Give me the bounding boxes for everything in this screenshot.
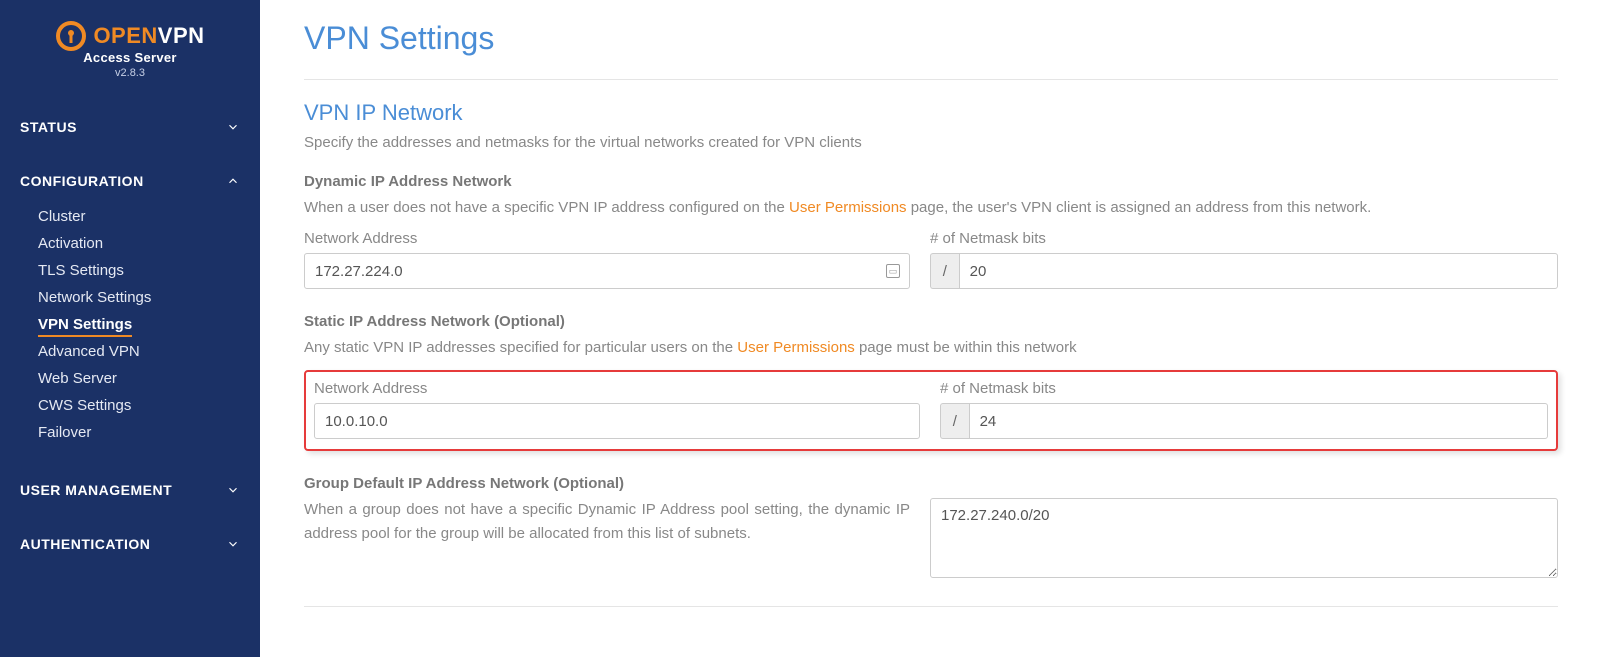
nav-section-authentication[interactable]: AUTHENTICATION xyxy=(0,528,260,560)
chevron-down-icon xyxy=(226,537,240,551)
sidebar-item-network-settings[interactable]: Network Settings xyxy=(0,284,260,311)
sidebar-item-tls-settings[interactable]: TLS Settings xyxy=(0,257,260,284)
nav-section-label: USER MANAGEMENT xyxy=(20,482,172,498)
sidebar-item-cluster[interactable]: Cluster xyxy=(0,203,260,230)
nav-section-label: STATUS xyxy=(20,119,77,135)
slash-prefix: / xyxy=(930,253,959,289)
main-content: VPN Settings VPN IP Network Specify the … xyxy=(260,0,1602,657)
static-network-highlight: Network Address # of Netmask bits / xyxy=(304,370,1558,451)
section-description: Specify the addresses and netmasks for t… xyxy=(304,134,1558,151)
static-heading: Static IP Address Network (Optional) xyxy=(304,313,1558,330)
sidebar: OPENVPN Access Server v2.8.3 STATUS CONF… xyxy=(0,0,260,657)
sidebar-item-cws-settings[interactable]: CWS Settings xyxy=(0,392,260,419)
group-description: When a group does not have a specific Dy… xyxy=(304,498,910,546)
brand-version: v2.8.3 xyxy=(15,67,245,79)
sidebar-item-failover[interactable]: Failover xyxy=(0,419,260,446)
sidebar-item-advanced-vpn[interactable]: Advanced VPN xyxy=(0,338,260,365)
brand-text: OPENVPN xyxy=(93,23,204,49)
user-permissions-link[interactable]: User Permissions xyxy=(789,199,907,216)
nav-section-label: AUTHENTICATION xyxy=(20,536,150,552)
group-heading: Group Default IP Address Network (Option… xyxy=(304,475,1558,492)
nav-section-status[interactable]: STATUS xyxy=(0,111,260,143)
static-netmask-input[interactable] xyxy=(969,403,1548,439)
page-title: VPN Settings xyxy=(304,20,1558,57)
static-netmask-label: # of Netmask bits xyxy=(940,380,1548,397)
openvpn-icon xyxy=(55,20,87,52)
dynamic-address-label: Network Address xyxy=(304,230,910,247)
dynamic-description: When a user does not have a specific VPN… xyxy=(304,196,1558,220)
static-description: Any static VPN IP addresses specified fo… xyxy=(304,336,1558,360)
dynamic-heading: Dynamic IP Address Network xyxy=(304,173,1558,190)
brand-subtitle: Access Server xyxy=(15,50,245,65)
dynamic-netmask-input[interactable] xyxy=(959,253,1558,289)
section-title: VPN IP Network xyxy=(304,100,1558,126)
dynamic-netmask-label: # of Netmask bits xyxy=(930,230,1558,247)
sidebar-item-web-server[interactable]: Web Server xyxy=(0,365,260,392)
slash-prefix: / xyxy=(940,403,969,439)
static-network-address-input[interactable] xyxy=(314,403,920,439)
divider xyxy=(304,606,1558,607)
dynamic-network-address-input[interactable] xyxy=(304,253,910,289)
nav-section-label: CONFIGURATION xyxy=(20,173,144,189)
chevron-down-icon xyxy=(226,120,240,134)
user-permissions-link[interactable]: User Permissions xyxy=(737,339,855,356)
chevron-down-icon xyxy=(226,483,240,497)
static-address-label: Network Address xyxy=(314,380,920,397)
sidebar-item-activation[interactable]: Activation xyxy=(0,230,260,257)
nav-section-user-management[interactable]: USER MANAGEMENT xyxy=(0,474,260,506)
sidebar-item-vpn-settings[interactable]: VPN Settings xyxy=(0,311,260,338)
brand-logo: OPENVPN Access Server v2.8.3 xyxy=(0,20,260,89)
nav-section-configuration[interactable]: CONFIGURATION xyxy=(0,165,260,197)
chevron-up-icon xyxy=(226,174,240,188)
group-subnet-textarea[interactable] xyxy=(930,498,1558,578)
divider xyxy=(304,79,1558,80)
